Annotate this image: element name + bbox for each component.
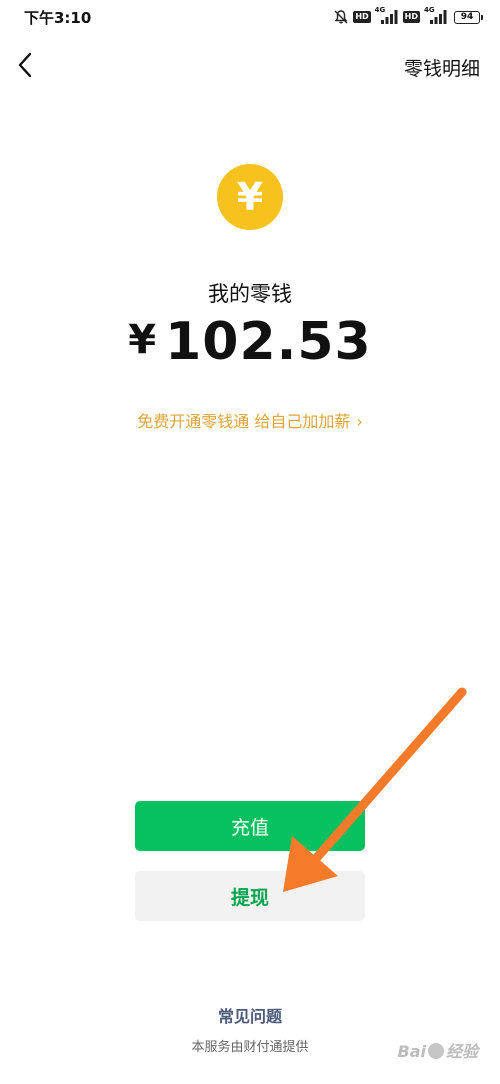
faq-link[interactable]: 常见问题 bbox=[0, 1003, 500, 1027]
balance-detail-link[interactable]: 零钱明细 bbox=[404, 54, 480, 81]
baidu-watermark: Bai 经验 bbox=[397, 1042, 479, 1061]
paw-icon bbox=[427, 1043, 444, 1059]
annotation-arrow bbox=[283, 687, 467, 892]
currency-symbol: ¥ bbox=[128, 317, 158, 363]
battery-icon: 94 bbox=[454, 10, 483, 24]
status-bar: 下午3:10 HD 4G HD 4G 94 bbox=[0, 0, 500, 34]
balance-label: 我的零钱 bbox=[208, 282, 292, 306]
status-time: 下午3:10 bbox=[24, 9, 92, 27]
recharge-button[interactable]: 充值 bbox=[135, 801, 365, 851]
hd-badge: HD bbox=[353, 11, 371, 23]
status-icons: HD 4G HD 4G 94 bbox=[333, 6, 483, 27]
mute-bell-icon bbox=[334, 10, 348, 24]
promo-text: 免费开通零钱通 给自己加加薪 bbox=[137, 412, 351, 431]
amount-value: 102.53 bbox=[165, 312, 372, 372]
promo-link[interactable]: 免费开通零钱通 给自己加加薪 › bbox=[0, 408, 500, 432]
signal-icon-2: 4G bbox=[424, 6, 448, 26]
chevron-left-icon bbox=[18, 52, 32, 78]
withdraw-button[interactable]: 提现 bbox=[135, 871, 365, 921]
signal-icon: 4G bbox=[375, 6, 399, 26]
balance-amount: ¥102.53 bbox=[0, 312, 500, 372]
hd-badge-2: HD bbox=[402, 11, 420, 23]
chevron-right-icon: › bbox=[356, 412, 363, 431]
coin-icon: ¥ bbox=[217, 164, 283, 230]
back-button[interactable] bbox=[12, 50, 40, 80]
